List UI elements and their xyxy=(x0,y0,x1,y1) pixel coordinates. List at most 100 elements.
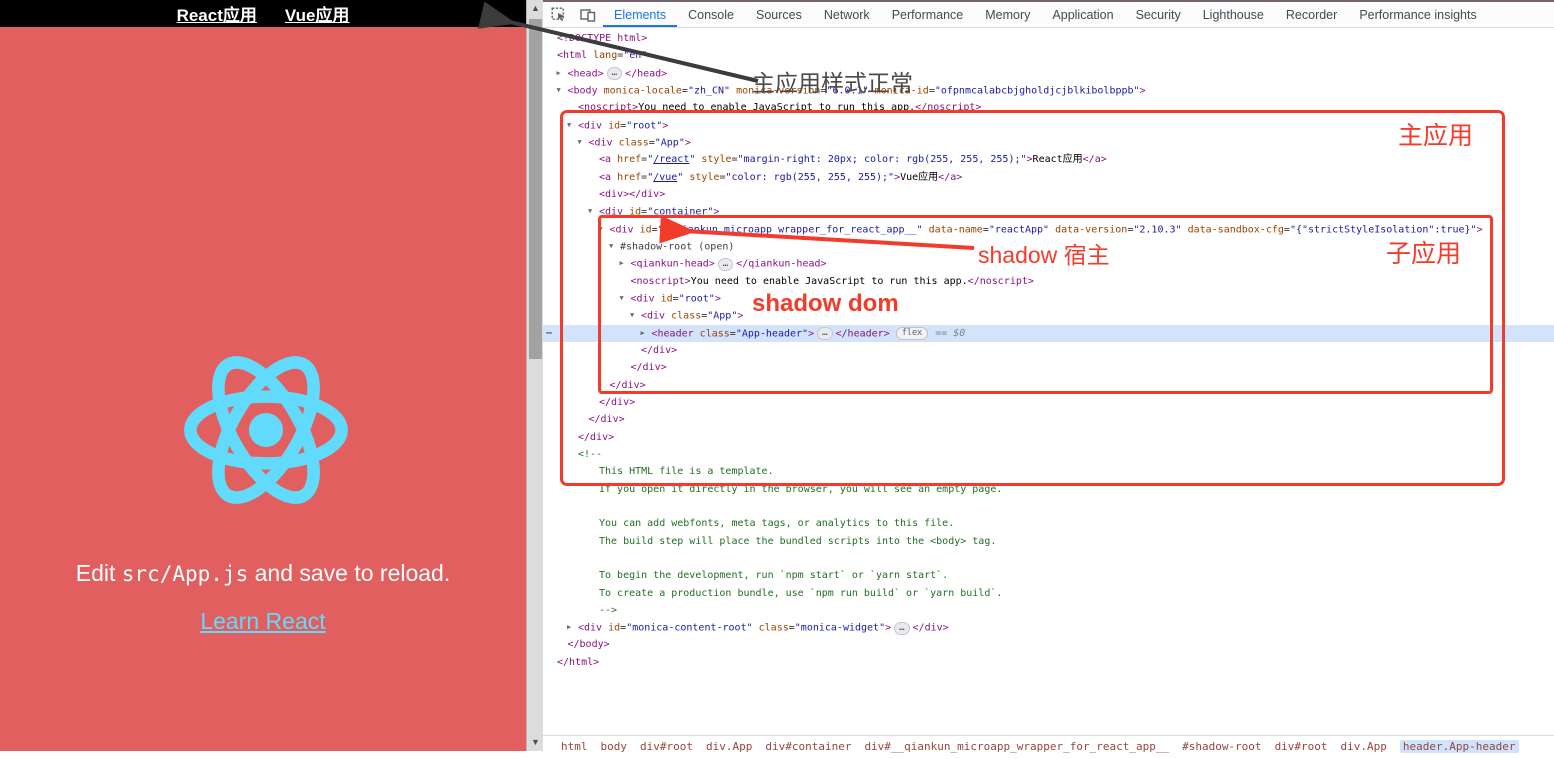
scroll-down-icon[interactable]: ▼ xyxy=(527,734,544,751)
flex-badge[interactable]: flex xyxy=(895,327,929,341)
dom-tree-row[interactable]: To create a production bundle, use `npm … xyxy=(543,585,1554,602)
dom-tree-row[interactable]: ▼ #shadow-root (open) xyxy=(543,238,1554,255)
row-more-actions-icon[interactable]: ⋯ xyxy=(546,325,552,342)
dom-tree-row[interactable]: </div> xyxy=(543,429,1554,446)
device-toolbar-icon[interactable] xyxy=(573,2,603,27)
expand-arrow-icon[interactable]: ▶ xyxy=(641,325,652,342)
breadcrumb-item[interactable]: div#root xyxy=(1275,740,1328,753)
nav-link-vue[interactable]: Vue应用 xyxy=(285,1,350,26)
dom-tree-row[interactable]: ▼ <body monica-locale="zh_CN" monica-vers… xyxy=(543,82,1554,99)
dom-tree-row[interactable]: ▼ <div id="container"> xyxy=(543,203,1554,220)
tab-console[interactable]: Console xyxy=(677,2,745,27)
expand-arrow-icon[interactable]: ▼ xyxy=(620,290,631,307)
breadcrumb-item[interactable]: div#root xyxy=(640,740,693,753)
tab-recorder[interactable]: Recorder xyxy=(1275,2,1348,27)
dom-tree-row[interactable]: </div> xyxy=(543,359,1554,376)
dollar-zero-hint: == $0 xyxy=(935,328,966,340)
code-token: </noscript> xyxy=(915,102,982,114)
breadcrumb-item[interactable]: div#__qiankun_microapp_wrapper_for_react… xyxy=(864,740,1169,753)
tab-lighthouse[interactable]: Lighthouse xyxy=(1192,2,1275,27)
dom-tree-row[interactable] xyxy=(543,550,1554,567)
tab-sources[interactable]: Sources xyxy=(745,2,813,27)
expand-arrow-icon[interactable]: ▶ xyxy=(557,65,568,82)
expand-arrow-icon[interactable]: ▼ xyxy=(557,82,568,99)
tab-performance-insights[interactable]: Performance insights xyxy=(1348,2,1487,27)
breadcrumb-item[interactable]: div.App xyxy=(1341,740,1387,753)
code-token: <div></div> xyxy=(599,188,666,200)
dom-tree-row[interactable]: </html> xyxy=(543,654,1554,671)
dom-tree-row[interactable]: <noscript>You need to enable JavaScript … xyxy=(543,273,1554,290)
dom-tree-row[interactable]: ▼ <div class="App"> xyxy=(543,307,1554,324)
code-token: <header xyxy=(651,328,694,340)
expand-arrow-icon[interactable]: ▼ xyxy=(599,221,610,238)
dom-tree-row[interactable]: </div> xyxy=(543,394,1554,411)
expand-arrow-icon[interactable]: ▼ xyxy=(588,203,599,220)
collapsed-content-icon[interactable]: … xyxy=(606,67,623,81)
collapsed-content-icon[interactable]: … xyxy=(817,327,833,341)
dom-tree-row[interactable]: If you open it directly in the browser, … xyxy=(543,481,1554,498)
tab-network[interactable]: Network xyxy=(813,2,881,27)
dom-tree-row[interactable]: <html lang="en"> xyxy=(543,47,1554,64)
expand-arrow-icon[interactable]: ▼ xyxy=(609,238,620,255)
dom-tree-row[interactable]: You can add webfonts, meta tags, or anal… xyxy=(543,515,1554,532)
learn-react-link[interactable]: Learn React xyxy=(200,608,325,634)
code-token: </noscript> xyxy=(967,275,1034,287)
expand-arrow-icon[interactable]: ▶ xyxy=(620,255,631,272)
dom-tree-row[interactable]: The build step will place the bundled sc… xyxy=(543,533,1554,550)
dom-tree-row[interactable]: <!-- xyxy=(543,446,1554,463)
dom-tree-row[interactable]: ▼ <div id="root"> xyxy=(543,290,1554,307)
tab-security[interactable]: Security xyxy=(1125,2,1192,27)
dom-tree-row[interactable]: <div></div> xyxy=(543,186,1554,203)
dom-tree-row[interactable] xyxy=(543,498,1554,515)
dom-tree-row[interactable]: This HTML file is a template. xyxy=(543,463,1554,480)
breadcrumb-item[interactable]: html xyxy=(561,740,588,753)
breadcrumb-item[interactable]: #shadow-root xyxy=(1182,740,1261,753)
dom-tree-row[interactable]: </div> xyxy=(543,342,1554,359)
dom-tree-row[interactable]: ▼ <div id="root"> xyxy=(543,117,1554,134)
expand-arrow-icon[interactable]: ▶ xyxy=(567,619,578,636)
expand-arrow-icon[interactable]: ▼ xyxy=(567,117,578,134)
dom-tree-row[interactable]: ▶ <div id="monica-content-root" class="mo… xyxy=(543,619,1554,636)
breadcrumb-item-selected[interactable]: header.App-header xyxy=(1399,740,1519,753)
dom-tree-row[interactable]: </div> xyxy=(543,377,1554,394)
code-token: data-version xyxy=(1049,224,1128,236)
dom-tree-row[interactable]: ▼ <div class="App"> xyxy=(543,134,1554,151)
scroll-up-icon[interactable]: ▲ xyxy=(527,0,544,17)
scrollbar-thumb[interactable] xyxy=(529,19,542,359)
tab-application[interactable]: Application xyxy=(1041,2,1124,27)
dom-tree-row[interactable]: ▶ <qiankun-head>… </qiankun-head> xyxy=(543,255,1554,272)
dom-tree-row[interactable]: </body> xyxy=(543,636,1554,653)
dom-tree-row[interactable]: <!DOCTYPE html> xyxy=(543,30,1554,47)
tab-elements[interactable]: Elements xyxy=(603,2,677,27)
page-scrollbar[interactable]: ▲ ▼ xyxy=(526,0,543,751)
dom-tree-row-selected[interactable]: ⋯ ▶ <header class="App-header">… </header> f… xyxy=(543,324,1554,342)
collapsed-content-icon[interactable]: … xyxy=(894,621,910,635)
collapsed-content-icon[interactable]: … xyxy=(717,257,734,271)
expand-arrow-icon[interactable]: ▼ xyxy=(630,307,641,324)
code-token: > xyxy=(684,137,691,149)
dom-tree-row[interactable]: <a href="/react" style="margin-right: 20… xyxy=(543,151,1554,168)
dom-tree-row[interactable]: <a href="/vue" style="color: rgb(255, 25… xyxy=(543,169,1554,186)
code-token: If you open it directly in the browser, … xyxy=(599,483,1003,495)
dom-tree-row[interactable]: <noscript>You need to enable JavaScript … xyxy=(543,99,1554,116)
attribute-link[interactable]: /react xyxy=(653,154,689,165)
nav-link-react[interactable]: React应用 xyxy=(177,1,257,26)
dom-tree-row[interactable]: To begin the development, run `npm start… xyxy=(543,567,1554,584)
code-token: </head> xyxy=(625,68,668,80)
code-token: > xyxy=(662,120,669,132)
tab-memory[interactable]: Memory xyxy=(974,2,1041,27)
dom-tree-row[interactable]: </div> xyxy=(543,411,1554,428)
attribute-link[interactable]: /vue xyxy=(653,172,677,183)
inspect-element-icon[interactable] xyxy=(543,2,573,27)
code-token: <qiankun-head> xyxy=(630,258,715,270)
react-app-pane: React应用 Vue应用 Edit src/App.js and save t… xyxy=(0,0,526,751)
code-token: Vue应用 xyxy=(900,171,939,183)
dom-tree-row[interactable]: ▼ <div id="__qiankun_microapp_wrapper_for… xyxy=(543,221,1554,238)
expand-arrow-icon[interactable]: ▼ xyxy=(578,134,589,151)
dom-tree-row[interactable]: --> xyxy=(543,602,1554,619)
breadcrumb-item[interactable]: body xyxy=(601,740,628,753)
breadcrumb-item[interactable]: div#container xyxy=(765,740,851,753)
breadcrumb-item[interactable]: div.App xyxy=(706,740,752,753)
tab-performance[interactable]: Performance xyxy=(881,2,975,27)
dom-tree-row[interactable]: ▶ <head>… </head> xyxy=(543,65,1554,82)
